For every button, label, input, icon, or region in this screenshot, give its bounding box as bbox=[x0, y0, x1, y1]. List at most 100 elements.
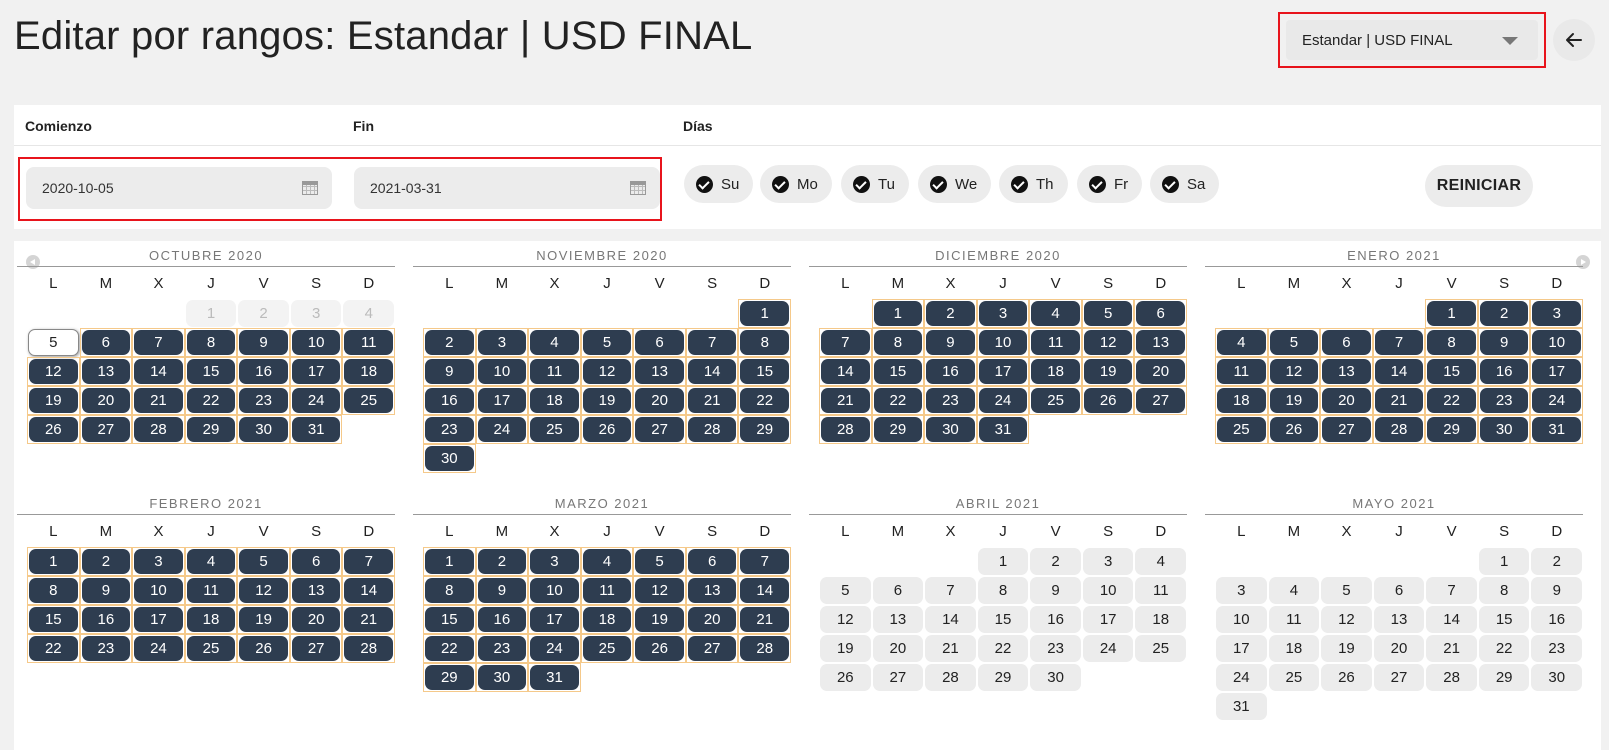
calendar-day[interactable]: 8 bbox=[184, 328, 238, 357]
calendar-day[interactable]: 18 bbox=[1215, 386, 1268, 415]
calendar-day[interactable]: 8 bbox=[977, 576, 1030, 605]
calendar-day[interactable]: 1 bbox=[1425, 299, 1478, 328]
weekday-toggle-su[interactable]: Su bbox=[684, 165, 754, 203]
calendar-day[interactable]: 21 bbox=[738, 605, 792, 634]
calendar-day[interactable]: 29 bbox=[184, 415, 238, 444]
calendar-day[interactable]: 10 bbox=[1530, 328, 1584, 357]
calendar-day[interactable]: 20 bbox=[633, 386, 686, 415]
start-date-field[interactable]: 2020-10-05 bbox=[26, 167, 332, 209]
calendar-day[interactable]: 27 bbox=[872, 663, 925, 692]
calendar-day[interactable]: 5 bbox=[27, 328, 80, 357]
calendar-day[interactable]: 20 bbox=[1373, 634, 1426, 663]
calendar-day[interactable]: 2 bbox=[475, 547, 529, 576]
calendar-day[interactable]: 4 bbox=[1215, 328, 1268, 357]
calendar-day[interactable]: 28 bbox=[1372, 415, 1426, 444]
calendar-day[interactable]: 3 bbox=[132, 547, 185, 576]
calendar-day[interactable]: 21 bbox=[342, 605, 396, 634]
calendar-day[interactable]: 14 bbox=[342, 576, 396, 605]
reset-button[interactable]: REINICIAR bbox=[1425, 165, 1533, 207]
calendar-day[interactable]: 29 bbox=[871, 415, 925, 444]
calendar-day[interactable]: 17 bbox=[1530, 357, 1584, 386]
calendar-day[interactable]: 21 bbox=[1372, 386, 1426, 415]
calendar-day[interactable]: 22 bbox=[871, 386, 925, 415]
calendar-day[interactable]: 10 bbox=[1082, 576, 1135, 605]
calendar-day[interactable]: 26 bbox=[1267, 415, 1321, 444]
calendar-day[interactable]: 25 bbox=[184, 634, 238, 663]
calendar-day[interactable]: 7 bbox=[685, 328, 739, 357]
calendar-day[interactable]: 24 bbox=[1215, 663, 1268, 692]
calendar-day[interactable]: 31 bbox=[528, 663, 581, 692]
calendar-day[interactable]: 12 bbox=[1267, 357, 1321, 386]
calendar-day[interactable]: 13 bbox=[872, 605, 925, 634]
calendar-day[interactable]: 25 bbox=[342, 386, 396, 415]
calendar-day[interactable]: 4 bbox=[528, 328, 581, 357]
calendar-day[interactable]: 12 bbox=[1320, 605, 1373, 634]
calendar-day[interactable]: 21 bbox=[819, 386, 872, 415]
calendar-day[interactable]: 9 bbox=[237, 328, 290, 357]
calendar-day[interactable]: 14 bbox=[1425, 605, 1478, 634]
weekday-toggle-sa[interactable]: Sa bbox=[1150, 165, 1220, 203]
calendar-day[interactable]: 7 bbox=[819, 328, 872, 357]
calendar-day[interactable]: 8 bbox=[1425, 328, 1478, 357]
calendar-day[interactable]: 31 bbox=[289, 415, 343, 444]
calendar-day[interactable]: 5 bbox=[1320, 576, 1373, 605]
calendar-day[interactable]: 7 bbox=[738, 547, 792, 576]
calendar-day[interactable]: 24 bbox=[475, 415, 529, 444]
calendar-day[interactable]: 2 bbox=[1530, 547, 1583, 576]
calendar-day[interactable]: 21 bbox=[132, 386, 185, 415]
calendar-day[interactable]: 15 bbox=[27, 605, 80, 634]
calendar-day[interactable]: 13 bbox=[289, 576, 343, 605]
calendar-day[interactable]: 11 bbox=[1215, 357, 1268, 386]
calendar-day[interactable]: 26 bbox=[580, 415, 634, 444]
calendar-day[interactable]: 13 bbox=[1134, 328, 1188, 357]
calendar-day[interactable]: 19 bbox=[1267, 386, 1321, 415]
calendar-day[interactable]: 19 bbox=[819, 634, 872, 663]
calendar-day[interactable]: 1 bbox=[27, 547, 80, 576]
calendar-day[interactable]: 30 bbox=[1029, 663, 1082, 692]
calendar-day[interactable]: 3 bbox=[1082, 547, 1135, 576]
calendar-day[interactable]: 9 bbox=[1029, 576, 1082, 605]
calendar-day[interactable]: 23 bbox=[1477, 386, 1531, 415]
calendar-day[interactable]: 11 bbox=[184, 576, 238, 605]
calendar-day[interactable]: 10 bbox=[475, 357, 529, 386]
calendar-day[interactable]: 10 bbox=[976, 328, 1030, 357]
calendar-day[interactable]: 18 bbox=[528, 386, 581, 415]
calendar-day[interactable]: 22 bbox=[738, 386, 792, 415]
weekday-toggle-fr[interactable]: Fr bbox=[1077, 165, 1143, 203]
calendar-day[interactable]: 27 bbox=[79, 415, 133, 444]
calendar-day[interactable]: 1 bbox=[977, 547, 1030, 576]
calendar-day[interactable]: 21 bbox=[685, 386, 739, 415]
calendar-day[interactable]: 22 bbox=[184, 386, 238, 415]
calendar-day[interactable]: 7 bbox=[1372, 328, 1426, 357]
calendar-day[interactable]: 9 bbox=[475, 576, 529, 605]
calendar-day[interactable]: 16 bbox=[924, 357, 977, 386]
calendar-day[interactable]: 17 bbox=[289, 357, 343, 386]
calendar-day[interactable]: 2 bbox=[924, 299, 977, 328]
calendar-day[interactable]: 5 bbox=[237, 547, 290, 576]
calendar-day[interactable]: 2 bbox=[1029, 547, 1082, 576]
calendar-day[interactable]: 20 bbox=[1320, 386, 1373, 415]
calendar-day[interactable]: 3 bbox=[976, 299, 1030, 328]
calendar-day[interactable]: 1 bbox=[871, 299, 925, 328]
calendar-day[interactable]: 19 bbox=[633, 605, 686, 634]
calendar-day[interactable]: 23 bbox=[475, 634, 529, 663]
calendar-day[interactable]: 9 bbox=[423, 357, 476, 386]
calendar-day[interactable]: 4 bbox=[1029, 299, 1082, 328]
calendar-day[interactable]: 11 bbox=[1029, 328, 1082, 357]
calendar-day[interactable]: 1 bbox=[738, 299, 791, 328]
calendar-day[interactable]: 24 bbox=[976, 386, 1030, 415]
calendar-day[interactable]: 2 bbox=[423, 328, 476, 357]
calendar-day[interactable]: 20 bbox=[685, 605, 739, 634]
calendar-day[interactable]: 12 bbox=[237, 576, 290, 605]
tariff-select[interactable]: Estandar | USD FINAL bbox=[1286, 20, 1538, 60]
calendar-day[interactable]: 29 bbox=[977, 663, 1030, 692]
calendar-day[interactable]: 5 bbox=[1267, 328, 1321, 357]
calendar-icon[interactable] bbox=[630, 181, 646, 195]
calendar-day[interactable]: 4 bbox=[184, 547, 238, 576]
calendar-day[interactable]: 19 bbox=[1081, 357, 1135, 386]
calendar-day[interactable]: 7 bbox=[342, 547, 396, 576]
calendar-day[interactable]: 31 bbox=[976, 415, 1030, 444]
calendar-day[interactable]: 16 bbox=[1029, 605, 1082, 634]
calendar-day[interactable]: 28 bbox=[819, 415, 872, 444]
calendar-day[interactable]: 16 bbox=[1530, 605, 1583, 634]
